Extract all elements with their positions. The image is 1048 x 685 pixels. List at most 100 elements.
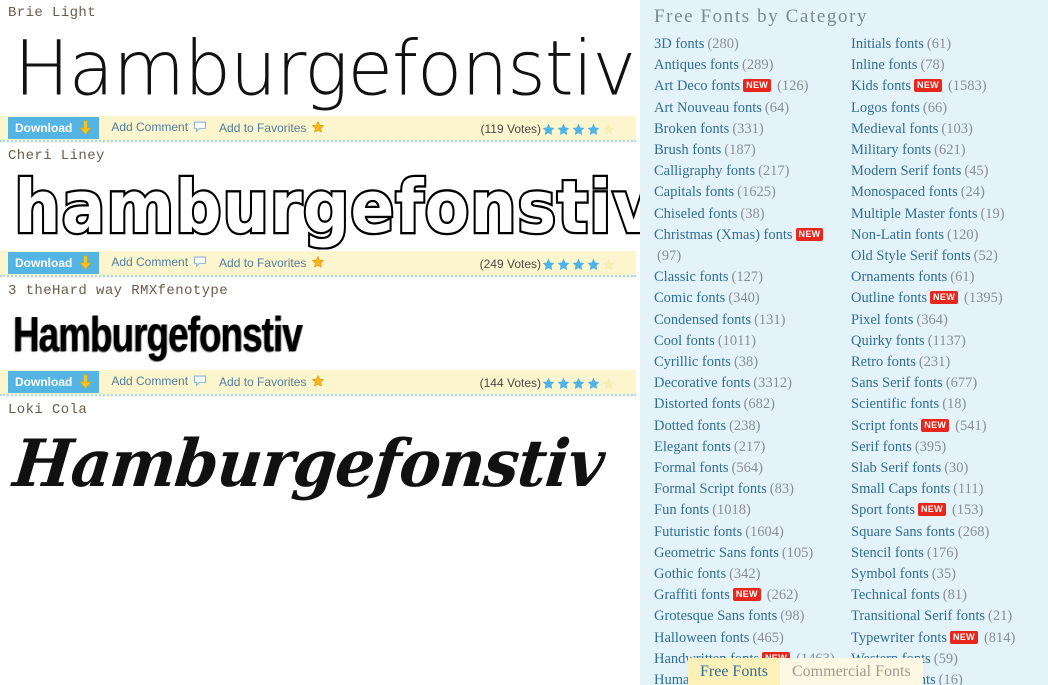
category-link[interactable]: Military fonts (621) (851, 140, 1048, 161)
category-link[interactable]: Comic fonts (340) (654, 288, 851, 309)
add-comment-link[interactable]: Add Comment (111, 120, 207, 136)
category-link[interactable]: Halloween fonts (465) (654, 628, 851, 649)
category-link[interactable]: Slab Serif fonts (30) (851, 458, 1048, 479)
rating-stars[interactable] (541, 257, 616, 272)
category-count: (64) (764, 99, 790, 116)
category-link[interactable]: Chiseled fonts (38) (654, 204, 851, 225)
add-to-favorites-link[interactable]: Add to Favorites (219, 374, 325, 391)
add-comment-link[interactable]: Add Comment (111, 374, 207, 390)
category-link[interactable]: Script fonts NEW (541) (851, 416, 1048, 437)
category-link[interactable]: 3D fonts (280) (654, 34, 851, 55)
category-link[interactable]: Christmas (Xmas) fonts NEW (97) (654, 225, 851, 267)
category-link[interactable]: Fun fonts (1018) (654, 500, 851, 521)
category-link[interactable]: Formal Script fonts (83) (654, 479, 851, 500)
category-link[interactable]: Capitals fonts (1625) (654, 182, 851, 203)
category-link[interactable]: Old Style Serif fonts (52) (851, 246, 1048, 267)
category-link[interactable]: Graffiti fonts NEW (262) (654, 585, 851, 606)
category-link[interactable]: Multiple Master fonts (19) (851, 204, 1048, 225)
category-link[interactable]: Formal fonts (564) (654, 458, 851, 479)
font-sample-preview[interactable]: Hamburgefonstiv (0, 21, 640, 117)
category-link[interactable]: Art Nouveau fonts (64) (654, 98, 851, 119)
font-sample-preview[interactable]: hamburgefonstiv (0, 159, 640, 257)
category-link[interactable]: Outline fonts NEW (1395) (851, 288, 1048, 309)
category-link[interactable]: Futuristic fonts (1604) (654, 522, 851, 543)
category-link[interactable]: Art Deco fonts NEW (126) (654, 76, 851, 97)
add-to-favorites-label: Add to Favorites (219, 255, 307, 270)
category-link[interactable]: Monospaced fonts (24) (851, 182, 1048, 203)
category-link[interactable]: Stencil fonts (176) (851, 543, 1048, 564)
font-sample-preview[interactable]: Hamburgefonstiv (0, 417, 640, 512)
category-link[interactable]: Typewriter fonts NEW (814) (851, 628, 1048, 649)
category-link[interactable]: Decorative fonts (3312) (654, 373, 851, 394)
category-count: (83) (769, 481, 794, 498)
category-link[interactable]: Geometric Sans fonts (105) (654, 543, 851, 564)
category-link[interactable]: Initials fonts (61) (851, 34, 1048, 55)
font-name[interactable]: Loki Cola (0, 397, 640, 419)
category-count: (465) (752, 629, 784, 646)
category-link[interactable]: Quirky fonts (1137) (851, 331, 1048, 352)
category-link[interactable]: Technical fonts (81) (851, 585, 1048, 606)
category-link[interactable]: Inline fonts (78) (851, 55, 1048, 76)
category-link[interactable]: Small Caps fonts (111) (851, 479, 1048, 500)
category-link[interactable]: Symbol fonts (35) (851, 564, 1048, 585)
category-label: Ornaments fonts (851, 269, 948, 286)
add-to-favorites-link[interactable]: Add to Favorites (219, 120, 325, 137)
category-link[interactable]: Antiques fonts (289) (654, 55, 851, 76)
category-label: Multiple Master fonts (851, 205, 978, 222)
category-count: (340) (728, 290, 760, 307)
category-link[interactable]: Gothic fonts (342) (654, 564, 851, 585)
category-link[interactable]: Grotesque Sans fonts (98) (654, 606, 851, 627)
font-sample-preview[interactable]: Hamburgefonstiv (0, 292, 589, 377)
rating-stars[interactable] (541, 122, 616, 137)
category-link[interactable]: Cool fonts (1011) (654, 331, 851, 352)
category-link[interactable]: Modern Serif fonts (45) (851, 161, 1048, 182)
category-link[interactable]: Serif fonts (395) (851, 437, 1048, 458)
category-link[interactable]: Sport fonts NEW (153) (851, 500, 1048, 521)
category-link[interactable]: Distorted fonts (682) (654, 394, 851, 415)
category-link[interactable]: Transitional Serif fonts (21) (851, 606, 1048, 627)
new-badge: NEW (950, 630, 978, 644)
category-link[interactable]: Pixel fonts (364) (851, 310, 1048, 331)
tab-commercial-fonts[interactable]: Commercial Fonts (780, 658, 923, 685)
category-count: (97) (657, 248, 682, 265)
category-link[interactable]: Cyrillic fonts (38) (654, 352, 851, 373)
category-link[interactable]: Ornaments fonts (61) (851, 267, 1048, 288)
category-link[interactable]: Condensed fonts (131) (654, 310, 851, 331)
category-label: Christmas (Xmas) fonts (654, 226, 793, 243)
category-label: Technical fonts (851, 587, 940, 604)
category-link[interactable]: Dotted fonts (238) (654, 416, 851, 437)
vote-summary: (144 Votes) (480, 370, 616, 396)
add-to-favorites-link[interactable]: Add to Favorites (219, 255, 325, 272)
category-column-right: Initials fonts (61) Inline fonts (78) Kids f… (851, 34, 1048, 685)
category-label: Outline fonts (851, 290, 928, 307)
category-label: Formal fonts (654, 460, 729, 477)
category-link[interactable]: Kids fonts NEW (1583) (851, 76, 1048, 97)
category-link[interactable]: Broken fonts (331) (654, 119, 851, 140)
download-button[interactable]: Download (8, 252, 100, 274)
category-count: (131) (754, 311, 786, 328)
category-link[interactable]: Scientific fonts (18) (851, 394, 1048, 415)
category-count: (280) (707, 36, 739, 52)
category-link[interactable]: Calligraphy fonts (217) (654, 161, 851, 182)
rating-stars[interactable] (541, 376, 616, 391)
category-link[interactable]: Logos fonts (66) (851, 98, 1048, 119)
category-link[interactable]: Classic fonts (127) (654, 267, 851, 288)
category-link[interactable]: Elegant fonts (217) (654, 437, 851, 458)
category-count: (231) (918, 354, 951, 371)
download-button[interactable]: Download (8, 117, 100, 139)
category-link[interactable]: Retro fonts (231) (851, 352, 1048, 373)
tab-free-fonts[interactable]: Free Fonts (688, 658, 780, 685)
font-name[interactable]: Brie Light (0, 0, 640, 22)
category-link[interactable]: Non-Latin fonts (120) (851, 225, 1048, 246)
category-label: Quirky fonts (851, 332, 925, 349)
category-link[interactable]: Square Sans fonts (268) (851, 522, 1048, 543)
category-label: Fun fonts (654, 502, 710, 519)
download-button[interactable]: Download (8, 371, 100, 393)
category-link[interactable]: Medieval fonts (103) (851, 119, 1048, 140)
category-link[interactable]: Sans Serif fonts (677) (851, 373, 1048, 394)
download-button-label: Download (15, 375, 73, 389)
add-comment-link[interactable]: Add Comment (111, 255, 207, 271)
category-count: (3312) (753, 375, 792, 392)
category-link[interactable]: Brush fonts (187) (654, 140, 851, 161)
category-label: Classic fonts (654, 269, 729, 286)
